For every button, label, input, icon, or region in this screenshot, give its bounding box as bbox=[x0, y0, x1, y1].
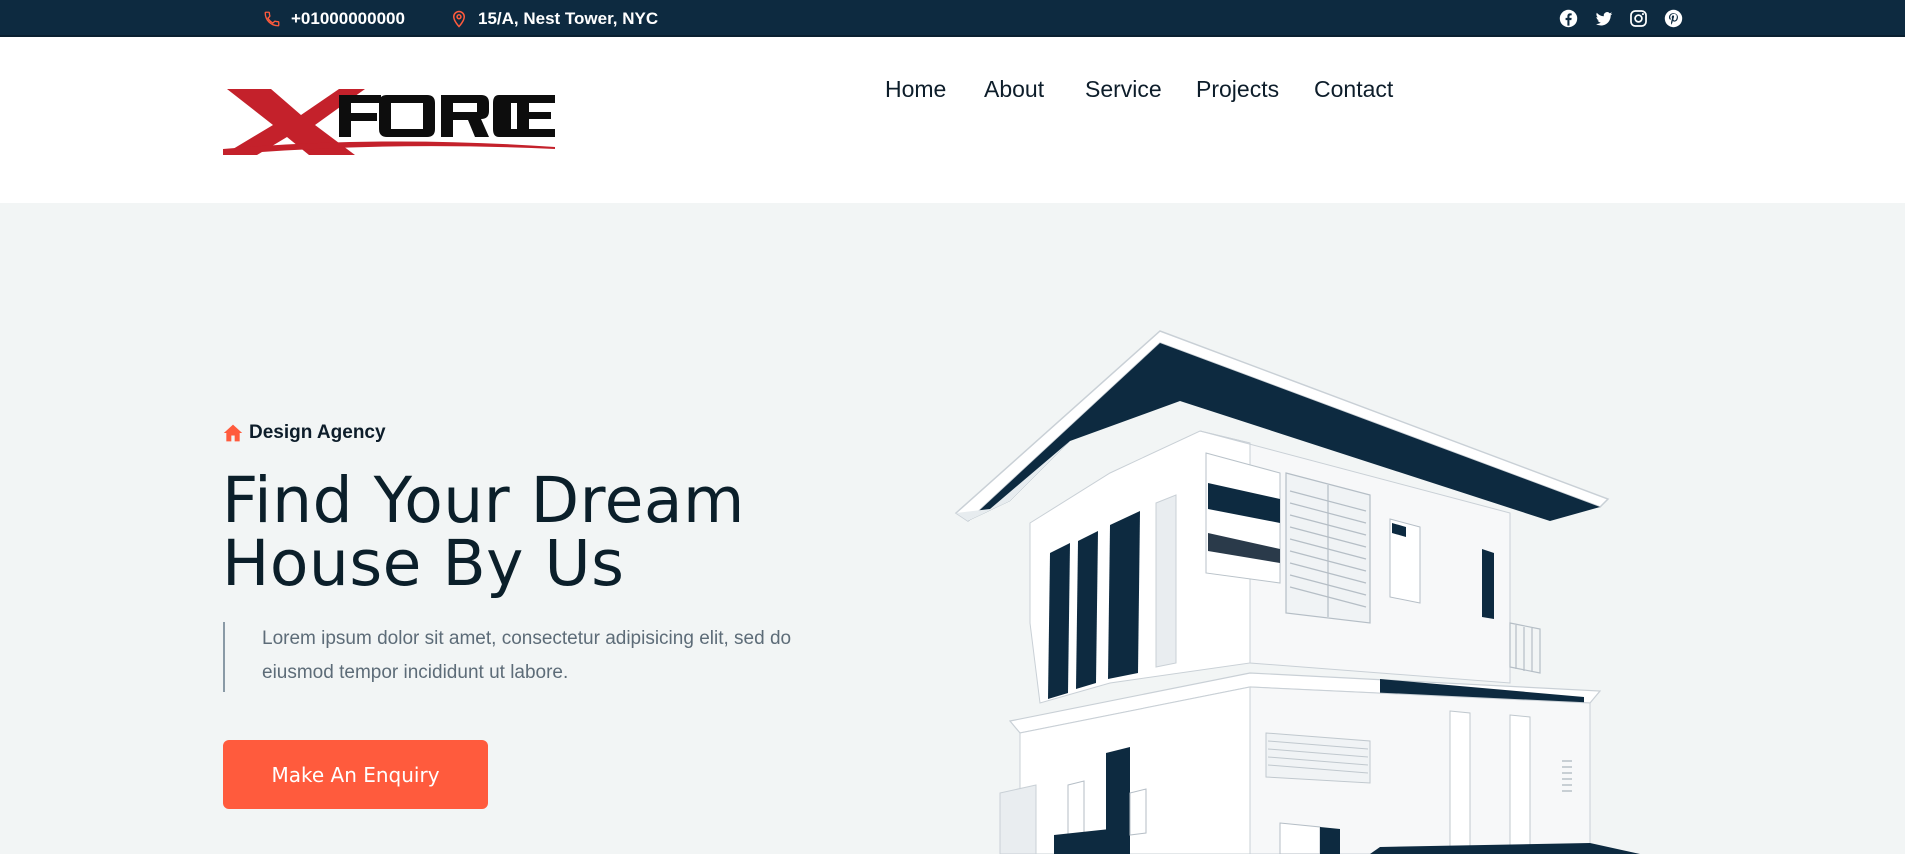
twitter-icon[interactable] bbox=[1593, 8, 1614, 29]
hero-tag-label: Design Agency bbox=[249, 422, 386, 443]
phone-icon bbox=[262, 9, 282, 29]
address-contact[interactable]: 15/A, Nest Tower, NYC bbox=[449, 0, 658, 37]
description-line-2: eiusmod tempor incididunt ut labore. bbox=[262, 662, 569, 683]
nav-about[interactable]: About bbox=[984, 37, 1044, 141]
hero-description: Lorem ipsum dolor sit amet, consectetur … bbox=[223, 622, 823, 692]
xforce-logo[interactable] bbox=[223, 89, 555, 155]
phone-contact[interactable]: +01000000000 bbox=[262, 0, 405, 37]
facebook-icon[interactable] bbox=[1558, 8, 1579, 29]
headline-line-2: House By Us bbox=[222, 527, 625, 600]
address-text: 15/A, Nest Tower, NYC bbox=[478, 8, 659, 28]
description-line-1: Lorem ipsum dolor sit amet, consectetur … bbox=[262, 628, 792, 649]
phone-number: +01000000000 bbox=[291, 8, 405, 28]
instagram-icon[interactable] bbox=[1628, 8, 1649, 29]
nav-service[interactable]: Service bbox=[1085, 37, 1162, 141]
make-enquiry-button[interactable]: Make An Enquiry bbox=[223, 740, 488, 809]
home-icon bbox=[223, 423, 243, 443]
location-pin-icon bbox=[449, 9, 469, 29]
hero-tag: Design Agency bbox=[223, 422, 386, 444]
social-links bbox=[1558, 0, 1684, 37]
hero-headline: Find Your Dream House By Us bbox=[222, 469, 842, 595]
top-bar: +01000000000 15/A, Nest Tower, NYC bbox=[0, 0, 1905, 37]
nav-home[interactable]: Home bbox=[885, 37, 946, 141]
headline-line-1: Find Your Dream bbox=[222, 464, 745, 537]
house-illustration bbox=[950, 323, 1690, 854]
hero-section: Design Agency Find Your Dream House By U… bbox=[0, 203, 1905, 854]
nav-contact[interactable]: Contact bbox=[1314, 37, 1393, 141]
pinterest-icon[interactable] bbox=[1663, 8, 1684, 29]
site-header: Home About Service Projects Contact bbox=[0, 37, 1905, 203]
nav-projects[interactable]: Projects bbox=[1196, 37, 1279, 141]
